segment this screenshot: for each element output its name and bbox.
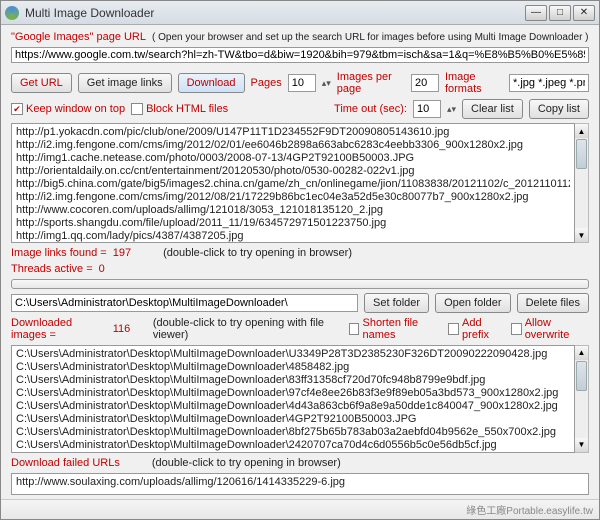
failed-listbox[interactable]: http://www.soulaxing.com/uploads/allimg/… [11,473,589,496]
links-found-hint: (double-click to try opening in browser) [163,247,352,259]
list-item[interactable]: C:\Users\Administrator\Desktop\MultiImag… [16,439,570,452]
list-item[interactable]: C:\Users\Administrator\Desktop\MultiImag… [16,361,570,374]
minimize-button[interactable]: — [525,5,547,21]
url-hint: ( Open your browser and set up the searc… [152,32,589,43]
pages-spinner-icon[interactable]: ▴▾ [322,78,331,89]
list-item[interactable]: http://i2.img.fengone.com/cms/img/2012/0… [16,191,570,204]
keep-on-top-checkbox[interactable]: ✔Keep window on top [11,103,125,115]
list-item[interactable]: C:\Users\Administrator\Desktop\MultiImag… [16,387,570,400]
failed-label: Download failed URLs [11,457,120,469]
list-item[interactable]: http://orientaldaily.on.cc/cnt/entertain… [16,165,570,178]
close-button[interactable]: ✕ [573,5,595,21]
block-html-checkbox[interactable]: Block HTML files [131,103,228,115]
block-html-label: Block HTML files [146,103,228,115]
keep-on-top-label: Keep window on top [26,103,125,115]
links-scrollbar[interactable]: ▲ ▼ [575,123,589,243]
per-page-input[interactable] [411,74,439,92]
prefix-label: Add prefix [462,317,505,341]
open-folder-button[interactable]: Open folder [435,293,510,313]
downloaded-scrollbar[interactable]: ▲ ▼ [575,345,589,453]
delete-files-button[interactable]: Delete files [517,293,589,313]
folder-input[interactable] [11,294,358,312]
titlebar: Multi Image Downloader — □ ✕ [1,1,599,25]
list-item[interactable]: http://p1.yokacdn.com/pic/club/one/2009/… [16,126,570,139]
downloaded-hint: (double-click to try opening with file v… [153,317,337,341]
scroll-down-icon[interactable]: ▼ [575,228,588,242]
list-item[interactable]: http://big5.china.com/gate/big5/images2.… [16,178,570,191]
copy-list-button[interactable]: Copy list [529,99,589,119]
list-item[interactable]: http://sports.shangdu.com/file/upload/20… [16,217,570,230]
pages-label: Pages [251,77,282,89]
list-item[interactable]: http://img1.qq.com/lady/pics/4387/438720… [16,230,570,243]
window-title: Multi Image Downloader [25,6,525,20]
links-found-count: 197 [113,247,131,259]
downloaded-label: Downloaded images = [11,317,107,341]
downloaded-listbox[interactable]: C:\Users\Administrator\Desktop\MultiImag… [11,345,575,453]
per-page-label: Images per page [337,71,405,95]
formats-label: Image formats [445,71,503,95]
list-item[interactable]: http://www.cocoren.com/uploads/allimg/12… [16,204,570,217]
search-url-input[interactable] [11,47,589,63]
timeout-input[interactable] [413,100,441,118]
scroll-thumb[interactable] [576,361,587,391]
list-item[interactable]: http://i2.img.fengone.com/cms/img/2012/0… [16,139,570,152]
list-item[interactable]: C:\Users\Administrator\Desktop\MultiImag… [16,374,570,387]
add-prefix-checkbox[interactable]: Add prefix [448,317,505,341]
scroll-down-icon[interactable]: ▼ [575,438,588,452]
list-item[interactable]: C:\Users\Administrator\Desktop\MultiImag… [16,348,570,361]
list-item[interactable]: C:\Users\Administrator\Desktop\MultiImag… [16,400,570,413]
footer: 綠色工廠Portable.easylife.tw [1,499,599,519]
get-url-button[interactable]: Get URL [11,73,72,93]
url-label: "Google Images" page URL [11,31,146,43]
download-button[interactable]: Download [178,73,245,93]
pages-input[interactable] [288,74,316,92]
scroll-thumb[interactable] [576,139,587,169]
set-folder-button[interactable]: Set folder [364,293,429,313]
scroll-up-icon[interactable]: ▲ [575,346,588,360]
links-found-label: Image links found = [11,247,107,259]
overwrite-label: Allow overwrite [525,317,589,341]
timeout-spinner-icon[interactable]: ▴▾ [447,104,456,115]
shorten-label: Shorten file names [362,317,442,341]
list-item[interactable]: http://img1.cache.netease.com/photo/0003… [16,152,570,165]
maximize-button[interactable]: □ [549,5,571,21]
app-icon [5,6,19,20]
shorten-names-checkbox[interactable]: Shorten file names [349,317,443,341]
list-item[interactable]: C:\Users\Administrator\Desktop\MultiImag… [16,452,570,453]
clear-list-button[interactable]: Clear list [462,99,523,119]
failed-hint: (double-click to try opening in browser) [152,457,341,469]
list-item[interactable]: C:\Users\Administrator\Desktop\MultiImag… [16,426,570,439]
list-item[interactable]: C:\Users\Administrator\Desktop\MultiImag… [16,413,570,426]
get-image-links-button[interactable]: Get image links [78,73,172,93]
formats-input[interactable] [509,74,589,92]
allow-overwrite-checkbox[interactable]: Allow overwrite [511,317,589,341]
list-item[interactable]: http://www.soulaxing.com/uploads/allimg/… [16,476,584,489]
links-listbox[interactable]: http://p1.yokacdn.com/pic/club/one/2009/… [11,123,575,243]
threads-count: 0 [99,263,105,275]
progress-bar [11,279,589,289]
scroll-up-icon[interactable]: ▲ [575,124,588,138]
timeout-label: Time out (sec): [334,103,407,115]
threads-label: Threads active = [11,263,93,275]
downloaded-count: 116 [113,323,131,335]
